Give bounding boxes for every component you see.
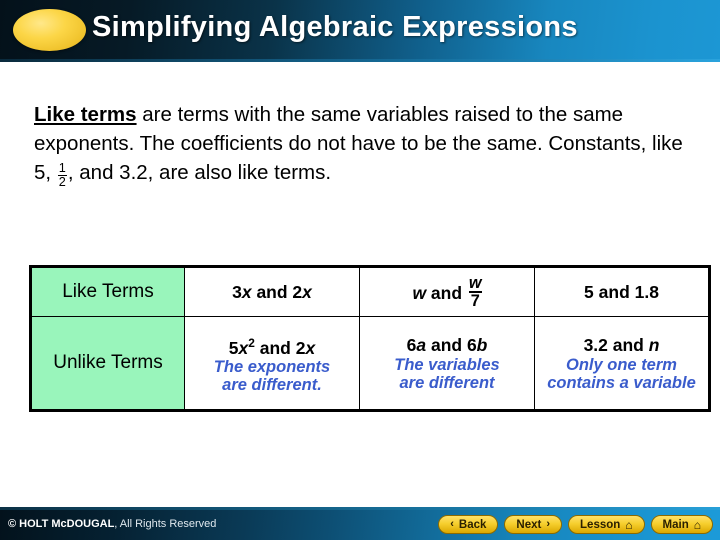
- expression-6a-and-6b: 6a and 6b: [363, 334, 531, 356]
- coef-5: 5: [228, 337, 239, 358]
- copyright-rights: , All Rights Reserved: [114, 518, 217, 530]
- note-exponents-line1: The exponents: [213, 358, 331, 377]
- expression-5x2-and-2x: 5x2 and 2x: [188, 332, 356, 359]
- cell-unlike-3point2-n: 3.2 and n Only one term contains a varia…: [534, 316, 710, 411]
- copyright-text: © HOLT McDOUGAL, All Rights Reserved: [8, 518, 216, 530]
- main-button-label: Main: [662, 518, 689, 531]
- home-icon-main: ⌂: [693, 517, 701, 532]
- coef-2b: 2: [295, 337, 306, 358]
- exponent-2: 2: [248, 335, 255, 350]
- cell-like-3x-2x: 3x and 2x: [184, 266, 360, 317]
- like-terms-keyword: Like terms: [34, 103, 137, 126]
- coef-2: 2: [292, 282, 303, 302]
- cell-unlike-6a-6b: 6a and 6b The variables are different: [359, 316, 535, 411]
- next-button[interactable]: Next ›: [504, 515, 563, 534]
- expression-3-2-and-n: 3.2 and n: [538, 334, 705, 356]
- next-button-label: Next: [516, 518, 542, 531]
- var-x-3: x: [238, 337, 249, 358]
- fraction-denominator-7: 7: [470, 292, 480, 310]
- var-n: n: [648, 335, 660, 355]
- footer-navigation: ‹ Back Next › Lesson ⌂ Main ⌂: [438, 515, 713, 534]
- cell-unlike-5x2-2x: 5x2 and 2x The exponents are different.: [184, 316, 360, 411]
- back-button-label: Back: [458, 518, 487, 531]
- note-variables-line1: The variables: [394, 356, 500, 374]
- conjunction-and-1: and: [251, 282, 293, 302]
- like-unlike-terms-table: Like Terms 3x and 2x w and w7 5 and 1.8 …: [29, 265, 711, 412]
- row-label-like-terms: Like Terms: [30, 266, 185, 317]
- conjunction-and-2: and: [426, 283, 467, 304]
- fraction-denominator: 2: [58, 174, 66, 190]
- coef-6b: 6: [466, 335, 477, 355]
- note-variables-line2: are different: [399, 374, 495, 392]
- definition-paragraph: Like terms are terms with the same varia…: [34, 100, 684, 190]
- copyright-brand: © HOLT McDOUGAL: [8, 518, 115, 530]
- var-x-2: x: [302, 282, 312, 302]
- conjunction-and-3: and: [254, 337, 296, 358]
- note-only-one-term: Only one term contains a variable: [547, 356, 696, 392]
- lesson-button[interactable]: Lesson ⌂: [568, 515, 645, 534]
- var-b: b: [476, 335, 488, 355]
- home-icon-lesson: ⌂: [625, 517, 633, 532]
- fraction-numerator-w: w: [468, 273, 482, 292]
- var-w-1: w: [412, 283, 427, 304]
- one-half-fraction: 12: [57, 159, 67, 190]
- var-x-4: x: [305, 337, 316, 358]
- back-button[interactable]: ‹ Back: [438, 515, 499, 534]
- w-over-7-fraction: w7: [468, 273, 482, 310]
- conjunction-and-4: and: [426, 335, 467, 355]
- cell-like-5-1point8: 5 and 1.8: [534, 266, 710, 317]
- var-a: a: [416, 335, 427, 355]
- definition-text-part2: , and 3.2, are also like terms.: [67, 161, 332, 184]
- page-title: Simplifying Algebraic Expressions: [92, 11, 578, 43]
- header-ellipse-decoration: [13, 9, 86, 51]
- table-row: Like Terms 3x and 2x w and w7 5 and 1.8: [30, 266, 710, 317]
- header-bar: Simplifying Algebraic Expressions: [0, 0, 720, 62]
- note-exponents-line2: are different.: [222, 376, 322, 395]
- chevron-left-icon: ‹: [450, 518, 454, 530]
- cell-like-w-w7: w and w7: [359, 266, 535, 317]
- expression-5-and-1-8: 5 and 1.8: [584, 282, 659, 302]
- chevron-right-icon: ›: [546, 518, 551, 530]
- fraction-numerator: 1: [58, 159, 66, 175]
- expression-3x-and-2x: 3x and 2x: [232, 282, 312, 302]
- coef-3: 3: [232, 282, 242, 302]
- header-underline: [0, 59, 720, 62]
- main-button[interactable]: Main ⌂: [650, 515, 713, 534]
- table-row: Unlike Terms 5x2 and 2x The exponents ar…: [30, 316, 710, 411]
- row-label-unlike-terms: Unlike Terms: [30, 316, 185, 411]
- coef-6a: 6: [406, 335, 417, 355]
- conjunction-and-5: and: [607, 335, 649, 355]
- lesson-button-label: Lesson: [580, 518, 621, 531]
- var-x-1: x: [241, 282, 252, 302]
- const-3-2: 3.2: [583, 335, 608, 355]
- expression-w-and-w-over-7: w and w7: [412, 274, 482, 309]
